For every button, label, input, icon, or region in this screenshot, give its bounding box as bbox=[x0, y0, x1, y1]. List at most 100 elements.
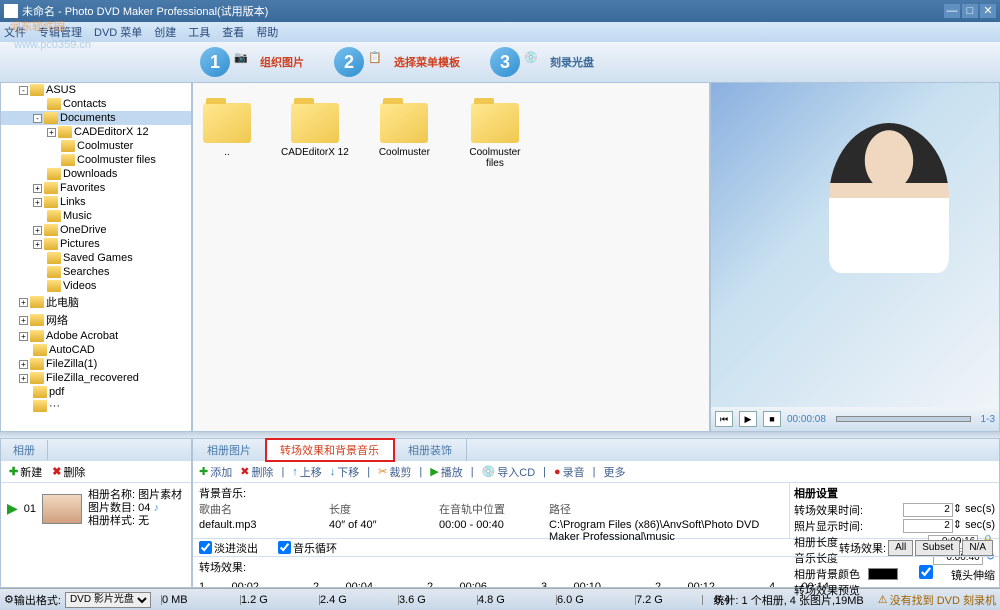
loop-checkbox[interactable]: 音乐循环 bbox=[278, 540, 337, 556]
step-template[interactable]: 2📋选择菜单模板 bbox=[334, 47, 460, 77]
tab-decoration[interactable]: 相册装饰 bbox=[394, 439, 467, 461]
more-button[interactable]: 更多 bbox=[604, 464, 626, 480]
del-music-button[interactable]: ✖删除 bbox=[240, 464, 273, 480]
tree-item[interactable]: +FileZilla_recovered bbox=[1, 371, 191, 385]
warning-icon: ⚠ bbox=[878, 593, 888, 606]
maximize-button[interactable]: □ bbox=[962, 4, 978, 18]
folder-tree[interactable]: -ASUSContacts-Documents+CADEditorX 12Coo… bbox=[0, 82, 192, 432]
tree-item[interactable]: +此电脑 bbox=[1, 293, 191, 311]
menu-help[interactable]: 帮助 bbox=[256, 24, 278, 40]
gear-icon[interactable]: ⚙ bbox=[4, 593, 14, 606]
tree-item[interactable]: +Links bbox=[1, 195, 191, 209]
detail-panel: 相册图片 转场效果和背景音乐 相册装饰 ✚添加 ✖删除| ↑上移 ↓下移| ✂裁… bbox=[192, 438, 1000, 588]
tree-item[interactable]: Contacts bbox=[1, 97, 191, 111]
tree-item[interactable]: ··· bbox=[1, 399, 191, 413]
folder-icon bbox=[61, 140, 75, 152]
preview-panel: ⏮ ▶ ■ 00:00:08 1-3 bbox=[710, 82, 1000, 432]
tree-item[interactable]: Coolmuster bbox=[1, 139, 191, 153]
close-button[interactable]: ✕ bbox=[980, 4, 996, 18]
transition-time-input[interactable] bbox=[903, 503, 953, 517]
tab-photos[interactable]: 相册图片 bbox=[193, 439, 266, 461]
menu-dvd[interactable]: DVD 菜单 bbox=[94, 24, 142, 40]
effect-slot[interactable]: 200:06 bbox=[427, 581, 487, 583]
titlebar: 未命名 - Photo DVD Maker Professional(试用版本)… bbox=[0, 0, 1000, 22]
folder-item[interactable]: .. bbox=[203, 103, 251, 158]
import-cd-button[interactable]: 💿导入CD bbox=[482, 464, 536, 480]
effect-slot[interactable]: 200:12 bbox=[655, 581, 715, 583]
menu-album[interactable]: 专辑管理 bbox=[38, 24, 82, 40]
tree-toggle-icon[interactable]: + bbox=[19, 298, 28, 307]
folder-icon bbox=[47, 266, 61, 278]
tree-item[interactable]: +Pictures bbox=[1, 237, 191, 251]
tree-item[interactable]: -ASUS bbox=[1, 83, 191, 97]
menu-view[interactable]: 查看 bbox=[222, 24, 244, 40]
tree-item[interactable]: +Adobe Acrobat bbox=[1, 329, 191, 343]
step-organize[interactable]: 1📷组织图片 bbox=[200, 47, 304, 77]
tree-item[interactable]: Downloads bbox=[1, 167, 191, 181]
folder-icon bbox=[33, 386, 47, 398]
album-panel: 相册 ✚新建 ✖删除 ▶ 01 相册名称: 图片素材 图片数目: 04 ♪ 相册… bbox=[0, 438, 192, 588]
trim-button[interactable]: ✂裁剪 bbox=[378, 464, 411, 480]
tree-item[interactable]: +Favorites bbox=[1, 181, 191, 195]
add-music-button[interactable]: ✚添加 bbox=[199, 464, 232, 480]
trans-all-button[interactable]: All bbox=[888, 540, 913, 556]
record-button[interactable]: ●录音 bbox=[554, 464, 585, 480]
output-format-select[interactable]: DVD 影片光盘 bbox=[65, 592, 151, 608]
play-music-button[interactable]: ▶播放 bbox=[430, 464, 462, 480]
tree-toggle-icon[interactable]: + bbox=[19, 332, 28, 341]
tree-item[interactable]: Saved Games bbox=[1, 251, 191, 265]
tree-item[interactable]: Music bbox=[1, 209, 191, 223]
folder-item[interactable]: CADEditorX 12 bbox=[281, 103, 349, 158]
trans-subset-button[interactable]: Subset bbox=[915, 540, 960, 556]
photo-time-input[interactable] bbox=[903, 519, 953, 533]
album-item[interactable]: ▶ 01 相册名称: 图片素材 图片数目: 04 ♪ 相册样式: 无 bbox=[5, 487, 187, 530]
delete-album-button[interactable]: ✖删除 bbox=[52, 464, 85, 480]
move-up-button[interactable]: ↑上移 bbox=[292, 464, 322, 480]
menu-style[interactable]: 创建 bbox=[154, 24, 176, 40]
effect-slot[interactable]: 200:04 bbox=[313, 581, 373, 583]
seek-slider[interactable] bbox=[836, 416, 971, 422]
stop-button[interactable]: ■ bbox=[763, 411, 781, 427]
tree-item[interactable]: AutoCAD bbox=[1, 343, 191, 357]
tree-item[interactable]: Coolmuster files bbox=[1, 153, 191, 167]
tree-toggle-icon[interactable]: + bbox=[19, 374, 28, 383]
tree-item[interactable]: Searches bbox=[1, 265, 191, 279]
tree-item[interactable]: +CADEditorX 12 bbox=[1, 125, 191, 139]
tab-transition-music[interactable]: 转场效果和背景音乐 bbox=[266, 439, 394, 461]
effect-slot[interactable]: 100:02 bbox=[199, 581, 259, 583]
tree-item[interactable]: Videos bbox=[1, 279, 191, 293]
music-table: 背景音乐: 歌曲名 长度 在音轨中位置 路径 default.mp3 40″ o… bbox=[193, 483, 789, 538]
tree-item[interactable]: pdf bbox=[1, 385, 191, 399]
folder-icon bbox=[30, 314, 44, 326]
menu-file[interactable]: 文件 bbox=[4, 24, 26, 40]
tree-toggle-icon[interactable]: + bbox=[33, 240, 42, 249]
new-album-button[interactable]: ✚新建 bbox=[9, 464, 42, 480]
play-button[interactable]: ▶ bbox=[739, 411, 757, 427]
step-burn[interactable]: 3💿刻录光盘 bbox=[490, 47, 594, 77]
folder-item[interactable]: Coolmuster files bbox=[460, 103, 530, 169]
tree-item[interactable]: +FileZilla(1) bbox=[1, 357, 191, 371]
trans-na-button[interactable]: N/A bbox=[962, 540, 993, 556]
tree-item[interactable]: -Documents bbox=[1, 111, 191, 125]
folder-icon bbox=[33, 400, 47, 412]
move-down-button[interactable]: ↓下移 bbox=[330, 464, 360, 480]
tree-toggle-icon[interactable]: + bbox=[47, 128, 56, 137]
tree-toggle-icon[interactable]: + bbox=[33, 184, 42, 193]
music-toolbar: ✚添加 ✖删除| ↑上移 ↓下移| ✂裁剪| ▶播放| 💿导入CD| ●录音| … bbox=[193, 461, 999, 483]
tree-toggle-icon[interactable]: + bbox=[33, 226, 42, 235]
tree-toggle-icon[interactable]: + bbox=[33, 198, 42, 207]
effect-slot[interactable]: 300:10 bbox=[541, 581, 601, 583]
folder-item[interactable]: Coolmuster bbox=[379, 103, 430, 158]
minimize-button[interactable]: — bbox=[944, 4, 960, 18]
prev-button[interactable]: ⏮ bbox=[715, 411, 733, 427]
fade-checkbox[interactable]: 淡进淡出 bbox=[199, 540, 258, 556]
tree-toggle-icon[interactable]: + bbox=[19, 360, 28, 369]
tree-toggle-icon[interactable]: + bbox=[19, 316, 28, 325]
effect-slot[interactable]: 400:14 bbox=[769, 581, 829, 583]
menu-tools[interactable]: 工具 bbox=[188, 24, 210, 40]
tree-toggle-icon[interactable]: - bbox=[19, 86, 28, 95]
tab-album[interactable]: 相册 bbox=[1, 440, 48, 460]
tree-item[interactable]: +网络 bbox=[1, 311, 191, 329]
tree-item[interactable]: +OneDrive bbox=[1, 223, 191, 237]
tree-toggle-icon[interactable]: - bbox=[33, 114, 42, 123]
